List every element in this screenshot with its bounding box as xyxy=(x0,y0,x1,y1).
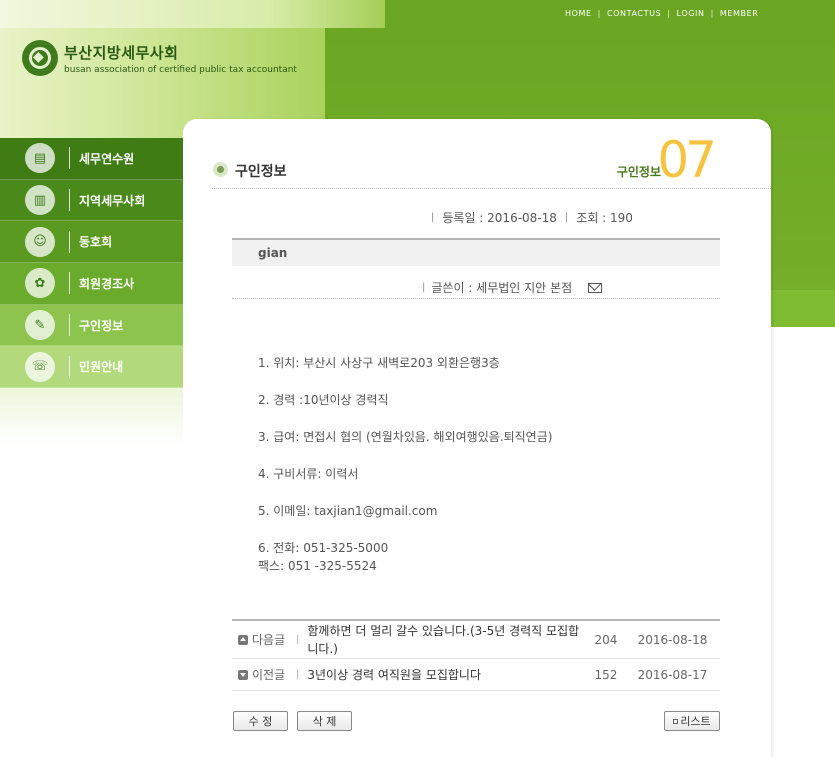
prev-post-hits: 152 xyxy=(594,667,618,682)
sidebar-item-label: 민원안내 xyxy=(79,360,124,375)
people-icon: ☺ xyxy=(25,226,55,257)
prev-post-date: 2016-08-17 xyxy=(637,667,708,682)
post-title: gian xyxy=(258,246,288,260)
sidebar-item-label: 회원경조사 xyxy=(79,276,135,291)
arrow-down-icon xyxy=(238,669,248,680)
prev-post-title-link[interactable]: 3년이상 경력 여직원을 모집합니다 xyxy=(307,666,587,684)
phone-icon: ☏ xyxy=(25,351,55,382)
content-card: 구인정보 구인정보 07 | 등록일 : 2016-08-18 | 조회 : 1… xyxy=(183,119,771,757)
post-body-line: 1. 위치: 부산시 사상구 새벽로203 외환은행3층 xyxy=(258,356,500,370)
section-header: 구인정보 구인정보 07 xyxy=(212,131,771,189)
post-navigation: 다음글 | 함께하면 더 멀리 갈수 있습니다.(3-5년 경력직 모집합니다.… xyxy=(232,619,720,691)
arrow-up-icon xyxy=(238,634,248,645)
next-post-label: 다음글 xyxy=(252,633,286,647)
bullet-icon xyxy=(213,162,228,177)
sidebar-menu: ▤ 세무연수원 ▥ 지역세무사회 ☺ 동호회 ✿ 회원경조사 ✎ 구인정보 ☏ … xyxy=(0,138,183,389)
post-meta: | 등록일 : 2016-08-18 | 조회 : 190 xyxy=(431,211,633,225)
list-icon xyxy=(673,718,679,724)
next-post-date: 2016-08-18 xyxy=(637,632,708,647)
nav-separator: | xyxy=(667,9,671,18)
sidebar-item-job-info[interactable]: ✎ 구인정보 xyxy=(0,304,183,347)
nav-home-link[interactable]: HOME xyxy=(565,9,592,18)
next-post-row: 다음글 | 함께하면 더 멀리 갈수 있습니다.(3-5년 경력직 모집합니다.… xyxy=(232,621,720,659)
handshake-icon: ✎ xyxy=(25,310,55,341)
site-logo[interactable]: 부산지방세무사회 busan association of certified … xyxy=(22,40,297,76)
logo-name-english: busan association of certified public ta… xyxy=(64,64,297,75)
post-title-bar: gian xyxy=(232,238,720,266)
delete-button[interactable]: 삭 제 xyxy=(297,711,352,731)
post-body-line: 2. 경력 :10년이상 경력직 xyxy=(258,393,389,407)
sidebar-item-regional-society[interactable]: ▥ 지역세무사회 xyxy=(0,179,183,222)
book-icon: ▤ xyxy=(25,143,55,174)
sidebar-item-label: 지역세무사회 xyxy=(79,193,146,208)
prev-post-label: 이전글 xyxy=(252,668,286,682)
nav-login-link[interactable]: LOGIN xyxy=(677,9,705,18)
edit-button[interactable]: 수 정 xyxy=(233,711,288,731)
list-button[interactable]: 리스트 xyxy=(664,711,720,731)
post-writer: 글쓴이 : 세무법인 지안 본점 xyxy=(431,281,573,295)
sidebar-item-member-events[interactable]: ✿ 회원경조사 xyxy=(0,263,183,305)
top-navigation: HOME | CONTACTUS | LOGIN | MEMBER xyxy=(565,9,758,18)
page-title: 구인정보 xyxy=(235,164,287,180)
post-body-line: 6. 전화: 051-325-5000 xyxy=(258,541,389,555)
flower-icon: ✿ xyxy=(25,268,55,299)
section-number: 07 xyxy=(657,131,717,189)
sidebar-item-civil-guide[interactable]: ☏ 민원안내 xyxy=(0,346,183,389)
nav-member-link[interactable]: MEMBER xyxy=(720,9,759,18)
prev-post-row: 이전글 | 3년이상 경력 여직원을 모집합니다 152 2016-08-17 xyxy=(232,659,720,691)
mail-icon[interactable] xyxy=(588,282,603,293)
next-post-title-link[interactable]: 함께하면 더 멀리 갈수 있습니다.(3-5년 경력직 모집합니다.) xyxy=(307,622,587,658)
nav-separator: | xyxy=(710,9,714,18)
post-body-line: 4. 구비서류: 이력서 xyxy=(258,467,359,481)
nav-separator: | xyxy=(597,9,601,18)
post-body-line: 팩스: 051 -325-5524 xyxy=(258,559,377,573)
post-body: 1. 위치: 부산시 사상구 새벽로203 외환은행3층 2. 경력 :10년이… xyxy=(258,354,552,594)
sidebar-fade xyxy=(0,388,183,448)
nav-contact-link[interactable]: CONTACTUS xyxy=(607,9,661,18)
post-writer-row: | 글쓴이 : 세무법인 지안 본점 xyxy=(232,274,720,299)
post-body-line: 3. 급여: 면접시 협의 (연월차있음. 해외여행있음.퇴직연금) xyxy=(258,430,553,444)
logo-name-korean: 부산지방세무사회 xyxy=(64,43,179,62)
section-subtitle: 구인정보 xyxy=(616,165,661,179)
header-background-top xyxy=(0,0,385,28)
next-post-hits: 204 xyxy=(594,632,618,647)
post-views: 조회 : 190 xyxy=(576,211,633,225)
list-button-label: 리스트 xyxy=(680,715,711,728)
sidebar-item-club[interactable]: ☺ 동호회 xyxy=(0,221,183,264)
post-reg-date: 등록일 : 2016-08-18 xyxy=(442,211,557,225)
header-background-edge xyxy=(770,290,835,327)
post-body-line: 5. 이메일: taxjian1@gmail.com xyxy=(258,504,438,518)
sidebar-item-tax-academy[interactable]: ▤ 세무연수원 xyxy=(0,138,183,180)
sidebar-item-label: 동호회 xyxy=(79,235,113,250)
sidebar-item-label: 구인정보 xyxy=(79,318,124,333)
logo-emblem-icon xyxy=(22,40,58,76)
sidebar-item-label: 세무연수원 xyxy=(79,151,135,166)
building-icon: ▥ xyxy=(25,185,55,216)
